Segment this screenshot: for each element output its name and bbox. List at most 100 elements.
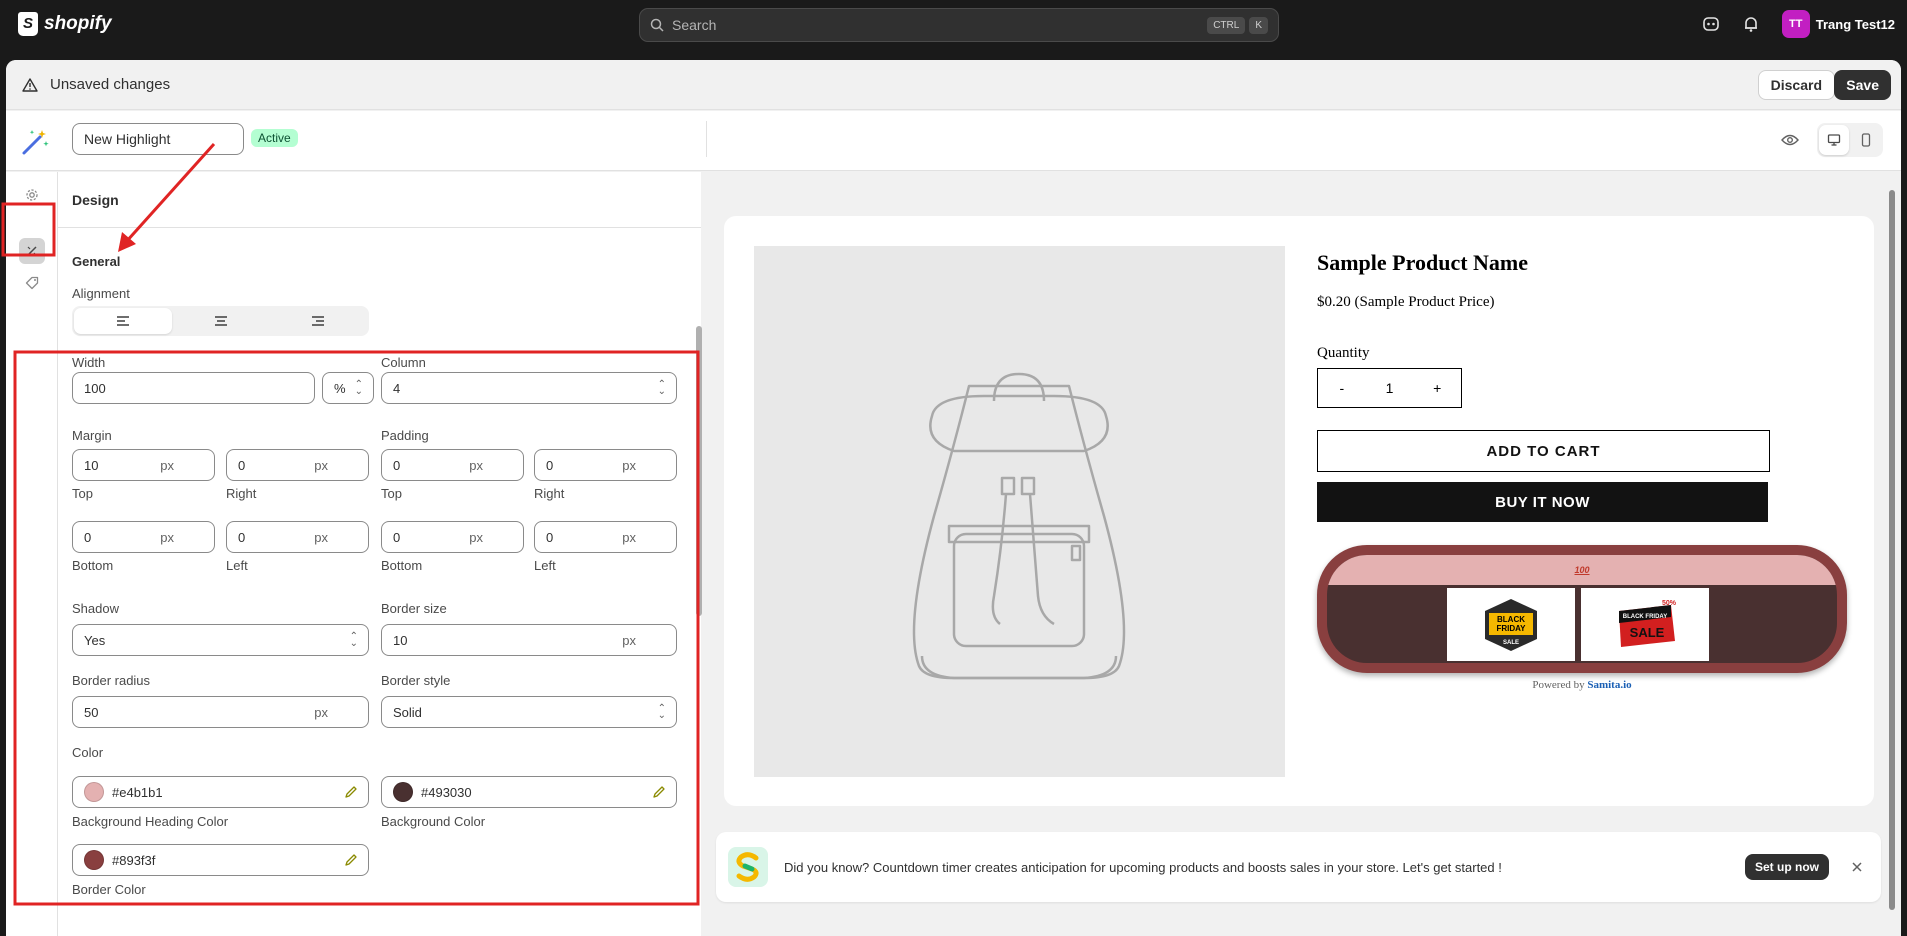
stepper-icon: ⌃ ⌄	[657, 703, 666, 721]
padding-left-input[interactable]: 0 px	[534, 521, 677, 553]
avatar: TT	[1781, 10, 1810, 38]
pencil-icon[interactable]	[652, 785, 666, 799]
highlight-badge-1[interactable]: BLACK FRIDAY SALE	[1447, 588, 1575, 661]
color-swatch[interactable]	[84, 850, 104, 870]
design-tab[interactable]	[19, 238, 45, 264]
tag-icon	[25, 276, 39, 290]
highlight-widget: 100 BLACK FRIDAY SALE BLACK FRIDAY SALE …	[1317, 545, 1847, 673]
pencil-icon[interactable]	[344, 785, 358, 799]
qty-minus-button[interactable]: -	[1318, 380, 1366, 396]
save-bar: Unsaved changes Discard Save	[6, 60, 1901, 110]
sidekick-icon[interactable]	[1702, 15, 1720, 33]
color-swatch[interactable]	[393, 782, 413, 802]
mobile-view-button[interactable]	[1851, 125, 1881, 155]
column-select[interactable]: 4 ⌃ ⌄	[381, 372, 677, 404]
alignment-toggle	[72, 306, 369, 336]
border-style-select[interactable]: Solid ⌃ ⌄	[381, 696, 677, 728]
preview-pane: Sample Product Name $0.20 (Sample Produc…	[702, 172, 1901, 936]
unit-label: px	[160, 529, 174, 545]
shopify-bag-icon	[18, 12, 38, 36]
margin-right-caption: Right	[226, 486, 257, 501]
padding-top-caption: Top	[381, 486, 402, 501]
shopify-logo[interactable]: shopify	[18, 12, 112, 36]
shadow-select[interactable]: Yes ⌃ ⌄	[72, 624, 369, 656]
device-toggle	[1817, 123, 1883, 157]
desktop-view-button[interactable]	[1819, 125, 1849, 155]
tip-text: Did you know? Countdown timer creates an…	[784, 859, 1502, 875]
qty-plus-button[interactable]: +	[1413, 380, 1461, 396]
badge1-line1: BLACK	[1497, 615, 1525, 624]
top-bar: shopify Search CTRL K TT Trang Test12	[0, 0, 1907, 52]
qty-value[interactable]: 1	[1366, 380, 1414, 396]
buy-now-button[interactable]: BUY IT NOW	[1317, 482, 1768, 522]
color-label: Color	[72, 745, 104, 760]
save-button[interactable]: Save	[1834, 70, 1891, 100]
discard-button[interactable]: Discard	[1757, 70, 1835, 100]
add-to-cart-button[interactable]: ADD TO CART	[1317, 430, 1770, 472]
unit-label: px	[469, 457, 483, 473]
padding-right-caption: Right	[534, 486, 565, 501]
width-label: Width	[72, 355, 106, 370]
black-friday-badge-icon: BLACK FRIDAY SALE	[1485, 598, 1537, 651]
settings-tab[interactable]	[19, 182, 45, 208]
width-input[interactable]: 100	[72, 372, 315, 404]
highlight-name-input[interactable]: New Highlight	[72, 123, 244, 155]
margin-left-input[interactable]: 0 px	[226, 521, 369, 553]
border-size-input[interactable]: 10 px	[381, 624, 677, 656]
alignment-label: Alignment	[72, 286, 130, 301]
tags-tab[interactable]	[19, 270, 45, 296]
padding-bottom-caption: Bottom	[381, 558, 423, 573]
bell-icon[interactable]	[1742, 15, 1760, 33]
preview-scrollbar[interactable]	[1889, 190, 1895, 910]
bg-heading-color-input[interactable]: #e4b1b1	[72, 776, 369, 808]
user-menu[interactable]: TT Trang Test12	[1781, 10, 1895, 38]
highlight-heading-text: 100	[1574, 565, 1590, 575]
quantity-stepper: - 1 +	[1317, 368, 1462, 408]
align-center-button[interactable]	[172, 308, 270, 334]
padding-bottom-value: 0	[393, 529, 401, 545]
status-badge: Active	[251, 129, 298, 147]
border-style-label: Border style	[381, 673, 451, 688]
shadow-label: Shadow	[72, 601, 119, 616]
bg-heading-color-value: #e4b1b1	[112, 784, 163, 800]
border-color-input[interactable]: #893f3f	[72, 844, 369, 876]
set-up-now-button[interactable]: Set up now	[1745, 854, 1829, 880]
margin-top-input[interactable]: 10 px	[72, 449, 215, 481]
tip-banner: Did you know? Countdown timer creates an…	[716, 832, 1881, 902]
width-unit-select[interactable]: % ⌃ ⌄	[322, 372, 374, 404]
align-right-icon	[312, 316, 325, 326]
product-card: Sample Product Name $0.20 (Sample Produc…	[724, 216, 1874, 806]
border-radius-input[interactable]: 50 px	[72, 696, 369, 728]
border-style-value: Solid	[393, 704, 422, 720]
eye-icon[interactable]	[1781, 133, 1799, 147]
margin-bottom-input[interactable]: 0 px	[72, 521, 215, 553]
powered-by: Powered by Samita.io	[1317, 679, 1847, 691]
wand-icon	[26, 246, 37, 257]
unit-label: px	[622, 632, 636, 648]
bg-color-input[interactable]: #493030	[381, 776, 677, 808]
color-swatch[interactable]	[84, 782, 104, 802]
highlight-badge-2[interactable]: BLACK FRIDAY SALE 50%	[1581, 588, 1709, 661]
align-right-button[interactable]	[269, 308, 367, 334]
padding-top-input[interactable]: 0 px	[381, 449, 524, 481]
search-bar[interactable]: Search CTRL K	[639, 8, 1279, 42]
margin-right-input[interactable]: 0 px	[226, 449, 369, 481]
black-friday-sale-icon: BLACK FRIDAY SALE 50%	[1619, 600, 1677, 647]
padding-bottom-input[interactable]: 0 px	[381, 521, 524, 553]
margin-label: Margin	[72, 428, 112, 443]
shortcut-ctrl: CTRL	[1207, 16, 1246, 34]
top-icons: TT Trang Test12	[1702, 10, 1895, 38]
close-icon[interactable]	[1851, 861, 1863, 873]
pencil-icon[interactable]	[344, 853, 358, 867]
unit-label: px	[160, 457, 174, 473]
powered-by-link[interactable]: Samita.io	[1587, 679, 1631, 691]
stepper-icon: ⌃ ⌄	[354, 379, 363, 397]
width-value: 100	[84, 380, 106, 396]
align-left-button[interactable]	[74, 308, 172, 334]
bg-color-value: #493030	[421, 784, 472, 800]
product-name: Sample Product Name	[1317, 250, 1529, 275]
padding-label: Padding	[381, 428, 429, 443]
padding-right-input[interactable]: 0 px	[534, 449, 677, 481]
editor-header: New Highlight Active	[6, 111, 1901, 171]
backpack-icon	[912, 372, 1126, 680]
